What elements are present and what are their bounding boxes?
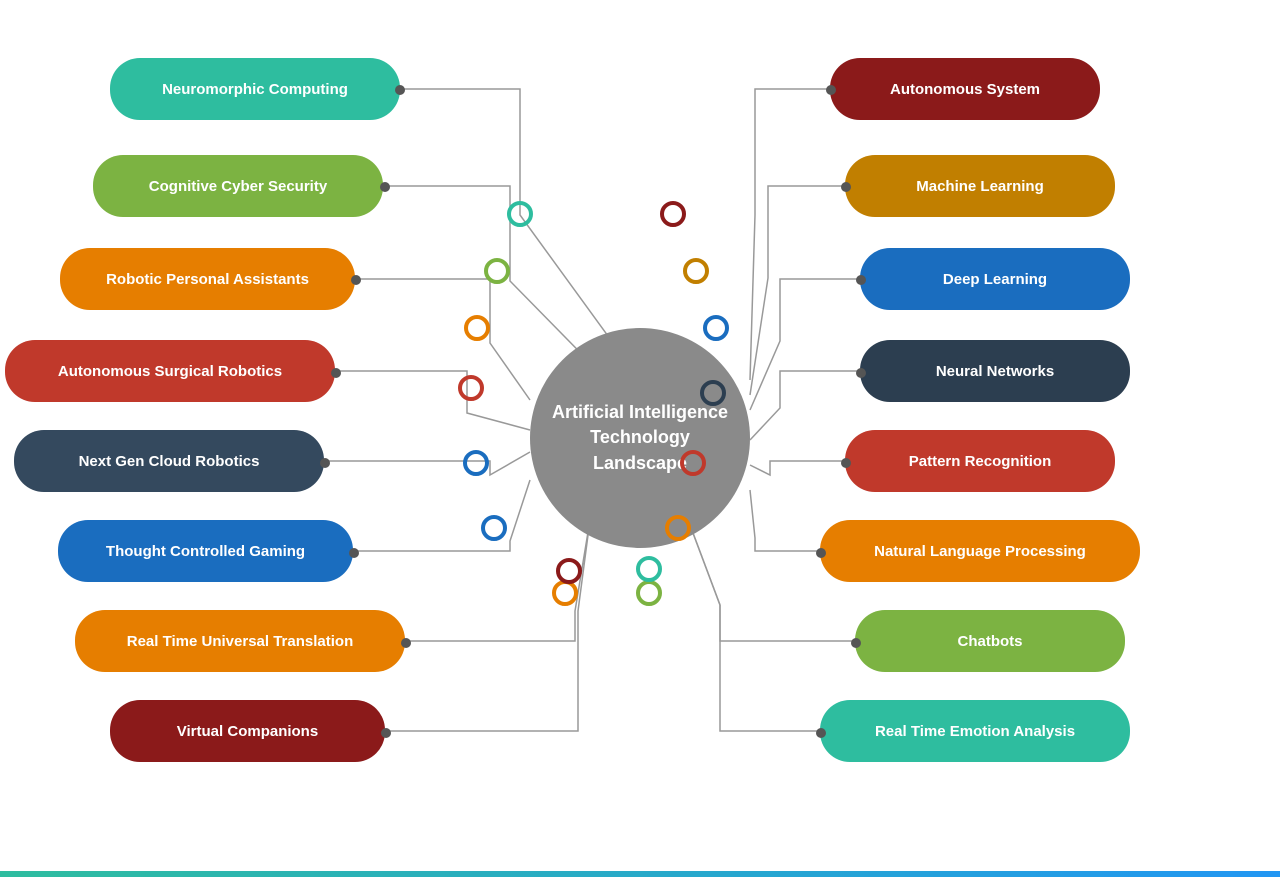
- ring-cloud-robotics: [463, 450, 489, 476]
- node-gaming[interactable]: Thought Controlled Gaming: [58, 520, 353, 582]
- dot-emotion: [816, 728, 826, 738]
- ring-neural: [700, 380, 726, 406]
- dot-chatbots: [851, 638, 861, 648]
- center-circle: Artificial Intelligence Technology Lands…: [530, 328, 750, 548]
- ring-chatbots: [636, 580, 662, 606]
- ring-ml: [683, 258, 709, 284]
- ring-emotion: [636, 556, 662, 582]
- dot-neural: [856, 368, 866, 378]
- dot-surgical: [331, 368, 341, 378]
- node-neuromorphic[interactable]: Neuromorphic Computing: [110, 58, 400, 120]
- dot-companions: [381, 728, 391, 738]
- node-companions[interactable]: Virtual Companions: [110, 700, 385, 762]
- dot-cloud-robotics: [320, 458, 330, 468]
- diagram: Artificial Intelligence Technology Lands…: [0, 0, 1280, 877]
- ring-neuromorphic: [507, 201, 533, 227]
- node-neural[interactable]: Neural Networks: [860, 340, 1130, 402]
- dot-robotic-pa: [351, 275, 361, 285]
- ring-surgical: [458, 375, 484, 401]
- ring-gaming: [481, 515, 507, 541]
- dot-nlp: [816, 548, 826, 558]
- ring-robotic-pa: [464, 315, 490, 341]
- node-ml[interactable]: Machine Learning: [845, 155, 1115, 217]
- bottom-bar: [0, 871, 1280, 877]
- node-nlp[interactable]: Natural Language Processing: [820, 520, 1140, 582]
- node-pattern[interactable]: Pattern Recognition: [845, 430, 1115, 492]
- node-deep[interactable]: Deep Learning: [860, 248, 1130, 310]
- dot-autonomous: [826, 85, 836, 95]
- node-emotion[interactable]: Real Time Emotion Analysis: [820, 700, 1130, 762]
- ring-pattern: [680, 450, 706, 476]
- dot-gaming: [349, 548, 359, 558]
- dot-ml: [841, 182, 851, 192]
- dot-translation: [401, 638, 411, 648]
- node-chatbots[interactable]: Chatbots: [855, 610, 1125, 672]
- dot-cognitive: [380, 182, 390, 192]
- node-autonomous[interactable]: Autonomous System: [830, 58, 1100, 120]
- node-translation[interactable]: Real Time Universal Translation: [75, 610, 405, 672]
- ring-cognitive: [484, 258, 510, 284]
- node-robotic-pa[interactable]: Robotic Personal Assistants: [60, 248, 355, 310]
- ring-nlp: [665, 515, 691, 541]
- node-cloud-robotics[interactable]: Next Gen Cloud Robotics: [14, 430, 324, 492]
- ring-autonomous: [660, 201, 686, 227]
- ring-translation: [552, 580, 578, 606]
- dot-neuromorphic: [395, 85, 405, 95]
- node-surgical[interactable]: Autonomous Surgical Robotics: [5, 340, 335, 402]
- dot-deep: [856, 275, 866, 285]
- ring-companions: [556, 558, 582, 584]
- ring-deep: [703, 315, 729, 341]
- node-cognitive[interactable]: Cognitive Cyber Security: [93, 155, 383, 217]
- dot-pattern: [841, 458, 851, 468]
